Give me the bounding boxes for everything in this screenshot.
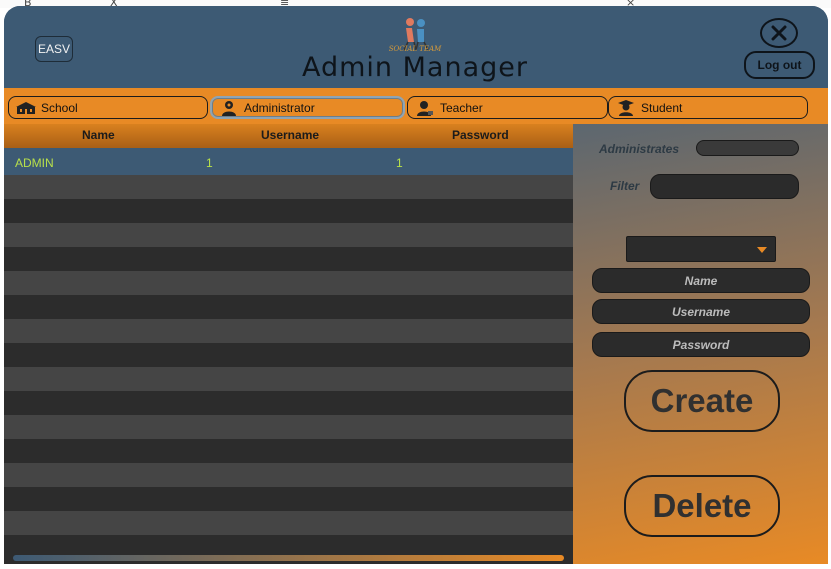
table-row[interactable] — [4, 223, 573, 247]
cell-password: 1 — [396, 156, 403, 170]
cell-username: 1 — [206, 156, 213, 170]
administrator-icon — [218, 99, 240, 117]
tab-administrator-label: Administrator — [244, 100, 315, 115]
cell-name: ADMIN — [15, 156, 54, 170]
table-row[interactable] — [4, 175, 573, 199]
table-row[interactable] — [4, 391, 573, 415]
tab-teacher-label: Teacher — [440, 100, 483, 115]
column-header-name[interactable]: Name — [82, 128, 115, 142]
administrates-field[interactable] — [696, 140, 799, 156]
column-header-username[interactable]: Username — [261, 128, 319, 142]
table-row[interactable] — [4, 487, 573, 511]
filter-input[interactable] — [650, 174, 799, 199]
administrates-label: Administrates — [599, 142, 680, 156]
table-row[interactable] — [4, 415, 573, 439]
column-header-password[interactable]: Password — [452, 128, 509, 142]
close-button[interactable] — [760, 18, 798, 48]
tab-bar: School Administrator Teacher Student — [4, 88, 828, 124]
table-row[interactable] — [4, 319, 573, 343]
chevron-down-icon — [757, 247, 767, 253]
username-field[interactable]: Username — [592, 299, 810, 324]
table-row[interactable] — [4, 463, 573, 487]
tab-school-label: School — [41, 100, 78, 115]
table-row[interactable]: ADMIN 1 1 — [4, 151, 573, 175]
table-row[interactable] — [4, 247, 573, 271]
horizontal-scrollbar[interactable] — [13, 555, 564, 561]
school-dropdown[interactable] — [626, 236, 776, 262]
filter-label: Filter — [610, 179, 640, 193]
school-icon — [15, 99, 37, 117]
delete-button[interactable]: Delete — [624, 475, 780, 537]
table-body: ADMIN 1 1 — [4, 151, 573, 552]
create-button[interactable]: Create — [624, 370, 780, 432]
table-row[interactable] — [4, 439, 573, 463]
table-row[interactable] — [4, 271, 573, 295]
password-field[interactable]: Password — [592, 332, 810, 357]
table-row[interactable] — [4, 367, 573, 391]
header: EASV SOCIAL TEAM Admin Manager Log out — [4, 6, 828, 88]
table-row[interactable] — [4, 343, 573, 367]
table-header: Name Username Password — [4, 124, 573, 148]
side-panel: Administrates Filter Name Username Passw… — [573, 124, 828, 564]
student-icon — [615, 99, 637, 117]
tab-school[interactable]: School — [8, 96, 208, 119]
teacher-icon — [414, 99, 436, 117]
easv-button[interactable]: EASV — [35, 36, 73, 62]
page-title: Admin Manager — [302, 52, 528, 83]
tab-student-label: Student — [641, 100, 683, 115]
admin-manager-window: EASV SOCIAL TEAM Admin Manager Log out S… — [4, 6, 828, 564]
table-row[interactable] — [4, 295, 573, 319]
close-icon — [771, 25, 787, 41]
tab-teacher[interactable]: Teacher — [407, 96, 608, 119]
tab-administrator[interactable]: Administrator — [210, 96, 405, 119]
logout-button[interactable]: Log out — [744, 51, 815, 79]
tab-student[interactable]: Student — [608, 96, 808, 119]
table-row[interactable] — [4, 535, 573, 552]
table-row[interactable] — [4, 199, 573, 223]
table-row[interactable] — [4, 511, 573, 535]
name-field[interactable]: Name — [592, 268, 810, 293]
